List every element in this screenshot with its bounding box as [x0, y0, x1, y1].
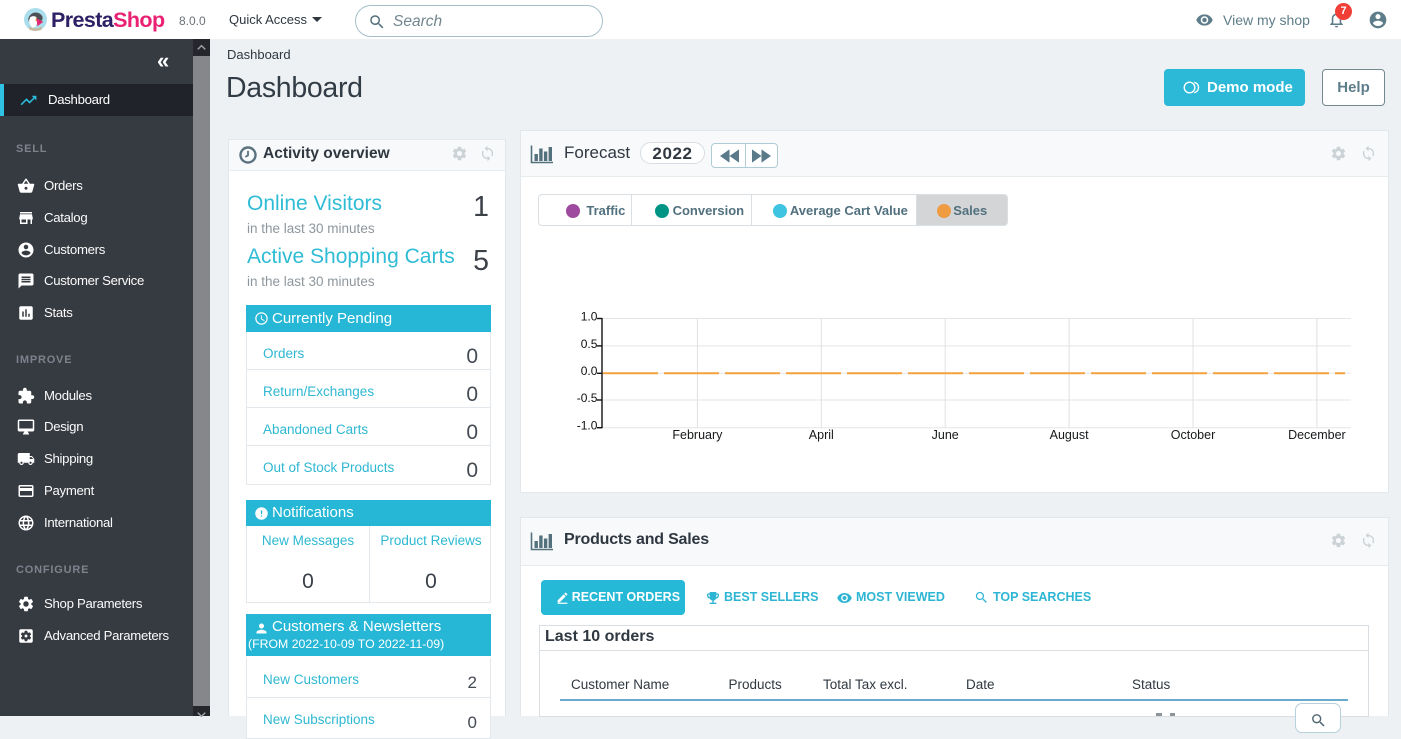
- svg-text:1.0: 1.0: [581, 309, 598, 323]
- svg-text:0.5: 0.5: [581, 337, 598, 351]
- svg-text:August: August: [1050, 428, 1089, 442]
- svg-text:June: June: [932, 428, 959, 442]
- svg-text:April: April: [809, 428, 834, 442]
- svg-text:December: December: [1288, 428, 1346, 442]
- svg-text:-1.0: -1.0: [577, 419, 598, 433]
- svg-text:0.0: 0.0: [581, 364, 598, 378]
- svg-text:October: October: [1171, 428, 1215, 442]
- svg-text:-0.5: -0.5: [577, 391, 598, 405]
- svg-text:February: February: [672, 428, 723, 442]
